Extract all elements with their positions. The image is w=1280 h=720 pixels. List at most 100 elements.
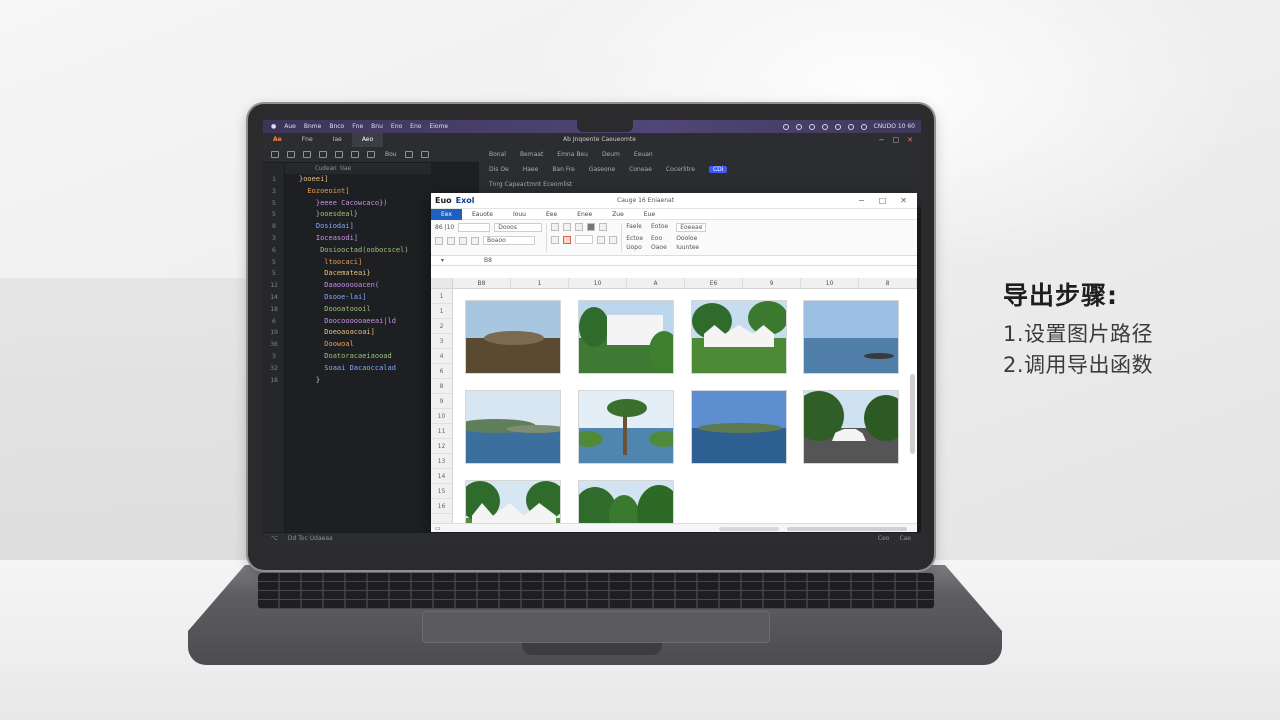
minimize-icon[interactable]: − bbox=[858, 196, 865, 205]
fill-color-icon[interactable] bbox=[587, 223, 596, 231]
font-color-icon[interactable] bbox=[563, 235, 572, 244]
ide-tab-active[interactable]: Aeo bbox=[351, 133, 384, 147]
code-line[interactable]: Ioceasodi] bbox=[285, 233, 431, 245]
row-header[interactable]: 10 bbox=[431, 409, 452, 424]
panel-tab[interactable]: Deum bbox=[602, 151, 620, 158]
toolbar-icon[interactable] bbox=[335, 151, 343, 158]
ribbon-label[interactable]: Iuuntee bbox=[676, 244, 706, 252]
menu-item[interactable]: Eno bbox=[391, 123, 402, 130]
ide-tab[interactable]: Fne bbox=[292, 133, 323, 147]
row-header[interactable]: 14 bbox=[431, 469, 452, 484]
menu-item[interactable]: Bnme bbox=[304, 123, 321, 130]
panel-tab[interactable]: Bemaat bbox=[520, 151, 543, 158]
menu-item[interactable]: Fne bbox=[352, 123, 363, 130]
row-header[interactable]: 2 bbox=[431, 319, 452, 334]
ide-tab[interactable]: Iae bbox=[323, 133, 352, 147]
minimize-icon[interactable]: − bbox=[879, 136, 885, 144]
row-header[interactable]: 15 bbox=[431, 484, 452, 499]
menu-item[interactable]: Aue bbox=[284, 123, 296, 130]
bold-icon[interactable] bbox=[435, 236, 443, 245]
panel-item[interactable]: Ban Fre bbox=[552, 166, 575, 173]
italic-icon[interactable] bbox=[447, 236, 455, 245]
ribbon-label[interactable]: Eoo bbox=[651, 235, 668, 243]
panel-item[interactable]: Cocerlitre bbox=[666, 166, 695, 173]
code-line[interactable]: Doatoracaeiaooad bbox=[285, 351, 431, 363]
sheet-tab[interactable]: ▭ bbox=[435, 525, 441, 532]
column-header[interactable]: 10 bbox=[801, 278, 859, 288]
status-icon[interactable] bbox=[847, 123, 854, 130]
menu-item[interactable]: Bnu bbox=[371, 123, 383, 130]
photo-bay-coast[interactable] bbox=[465, 390, 561, 464]
panel-badge[interactable]: CDi bbox=[708, 166, 728, 173]
ribbon-label[interactable]: Faele bbox=[626, 223, 643, 233]
apple-icon[interactable]: ● bbox=[271, 123, 276, 130]
ribbon-tab[interactable]: Zue bbox=[602, 209, 634, 220]
panel-item[interactable]: Dis Oe bbox=[489, 166, 509, 173]
toolbar-icon[interactable] bbox=[367, 151, 375, 158]
font-size-select[interactable] bbox=[458, 223, 491, 232]
ribbon-label[interactable]: Eotoe bbox=[651, 223, 668, 233]
status-icon[interactable] bbox=[795, 123, 802, 130]
code-line[interactable]: Dosiooctad(oobocscel) bbox=[285, 245, 431, 257]
toolbar-icon[interactable] bbox=[271, 151, 279, 158]
ribbon-tab[interactable]: Eee bbox=[536, 209, 567, 220]
wrap-icon[interactable] bbox=[599, 223, 608, 231]
font-name-select[interactable]: Dooos bbox=[494, 223, 543, 232]
toolbar-label[interactable]: Bou bbox=[385, 151, 397, 158]
select-all-corner[interactable] bbox=[431, 278, 453, 289]
panel-item[interactable]: Coneae bbox=[629, 166, 652, 173]
row-header[interactable]: 11 bbox=[431, 424, 452, 439]
toolbar-icon[interactable] bbox=[303, 151, 311, 158]
panel-tab[interactable]: Emna Beu bbox=[557, 151, 588, 158]
column-header[interactable]: 10 bbox=[569, 278, 627, 288]
row-header[interactable]: 1 bbox=[431, 289, 452, 304]
zoom-slider[interactable] bbox=[719, 527, 779, 531]
column-header[interactable]: B8 bbox=[453, 278, 511, 288]
menu-item[interactable]: Eno bbox=[410, 123, 421, 130]
toolbar-icon[interactable] bbox=[319, 151, 327, 158]
row-header[interactable]: 3 bbox=[431, 334, 452, 349]
branch-icon[interactable]: ⌥ bbox=[271, 535, 278, 542]
code-line[interactable]: ltoocaci] bbox=[285, 257, 431, 269]
column-header[interactable]: A bbox=[627, 278, 685, 288]
code-line[interactable]: }ooeei] bbox=[285, 174, 431, 186]
code-line[interactable]: }ooesdeal} bbox=[285, 209, 431, 221]
status-item[interactable]: Cae bbox=[899, 535, 911, 542]
panel-tab[interactable]: Bonal bbox=[489, 151, 506, 158]
ribbon-tab[interactable]: Iouu bbox=[503, 209, 536, 220]
menu-item[interactable]: Eiome bbox=[429, 123, 448, 130]
ide-tab[interactable]: Ae bbox=[263, 133, 292, 147]
ribbon-label[interactable]: Oooloe bbox=[676, 235, 706, 243]
horizontal-scrollbar[interactable] bbox=[787, 527, 907, 531]
ribbon-tab[interactable]: Eue bbox=[634, 209, 665, 220]
maximize-icon[interactable]: □ bbox=[893, 136, 900, 144]
status-icon[interactable] bbox=[782, 123, 789, 130]
photo-blue-lake[interactable] bbox=[691, 390, 787, 464]
row-header[interactable]: 4 bbox=[431, 349, 452, 364]
photo-white-car-road[interactable] bbox=[803, 390, 899, 464]
column-header[interactable]: 8 bbox=[859, 278, 917, 288]
code-line[interactable]: Dosiodai] bbox=[285, 221, 431, 233]
ribbon-label[interactable]: Oaoe bbox=[651, 244, 668, 252]
panel-item[interactable]: Gaseone bbox=[589, 166, 615, 173]
panel-tab[interactable]: Eeuan bbox=[634, 151, 653, 158]
toolbar-icon[interactable] bbox=[404, 151, 413, 158]
ribbon-tab-active[interactable]: Eex bbox=[431, 208, 462, 220]
number-format-select[interactable]: Boaoo bbox=[483, 236, 535, 245]
close-icon[interactable]: ✕ bbox=[900, 196, 907, 205]
status-icon[interactable] bbox=[860, 123, 867, 130]
code-editor[interactable]: Cudean Uae }ooeei] Eozoeoint] }eeee Caco… bbox=[285, 163, 431, 532]
name-box[interactable]: B8 bbox=[484, 257, 492, 264]
ribbon-label[interactable]: Eoeeae bbox=[676, 223, 707, 232]
indent-icon[interactable] bbox=[551, 235, 560, 244]
font-size-label[interactable]: 86 |10 bbox=[435, 224, 454, 231]
maximize-icon[interactable]: □ bbox=[879, 196, 887, 205]
align-left-icon[interactable] bbox=[551, 223, 560, 231]
close-icon[interactable]: ✕ bbox=[907, 136, 913, 144]
code-line[interactable]: Doooatoooil bbox=[285, 304, 431, 316]
ribbon-tab[interactable]: Eauote bbox=[462, 209, 503, 220]
code-line[interactable]: Daaoooooacen( bbox=[285, 280, 431, 292]
ribbon-label[interactable]: Uopo bbox=[626, 244, 643, 252]
photo-white-building[interactable] bbox=[578, 300, 674, 374]
toolbar-icon[interactable] bbox=[420, 151, 429, 158]
